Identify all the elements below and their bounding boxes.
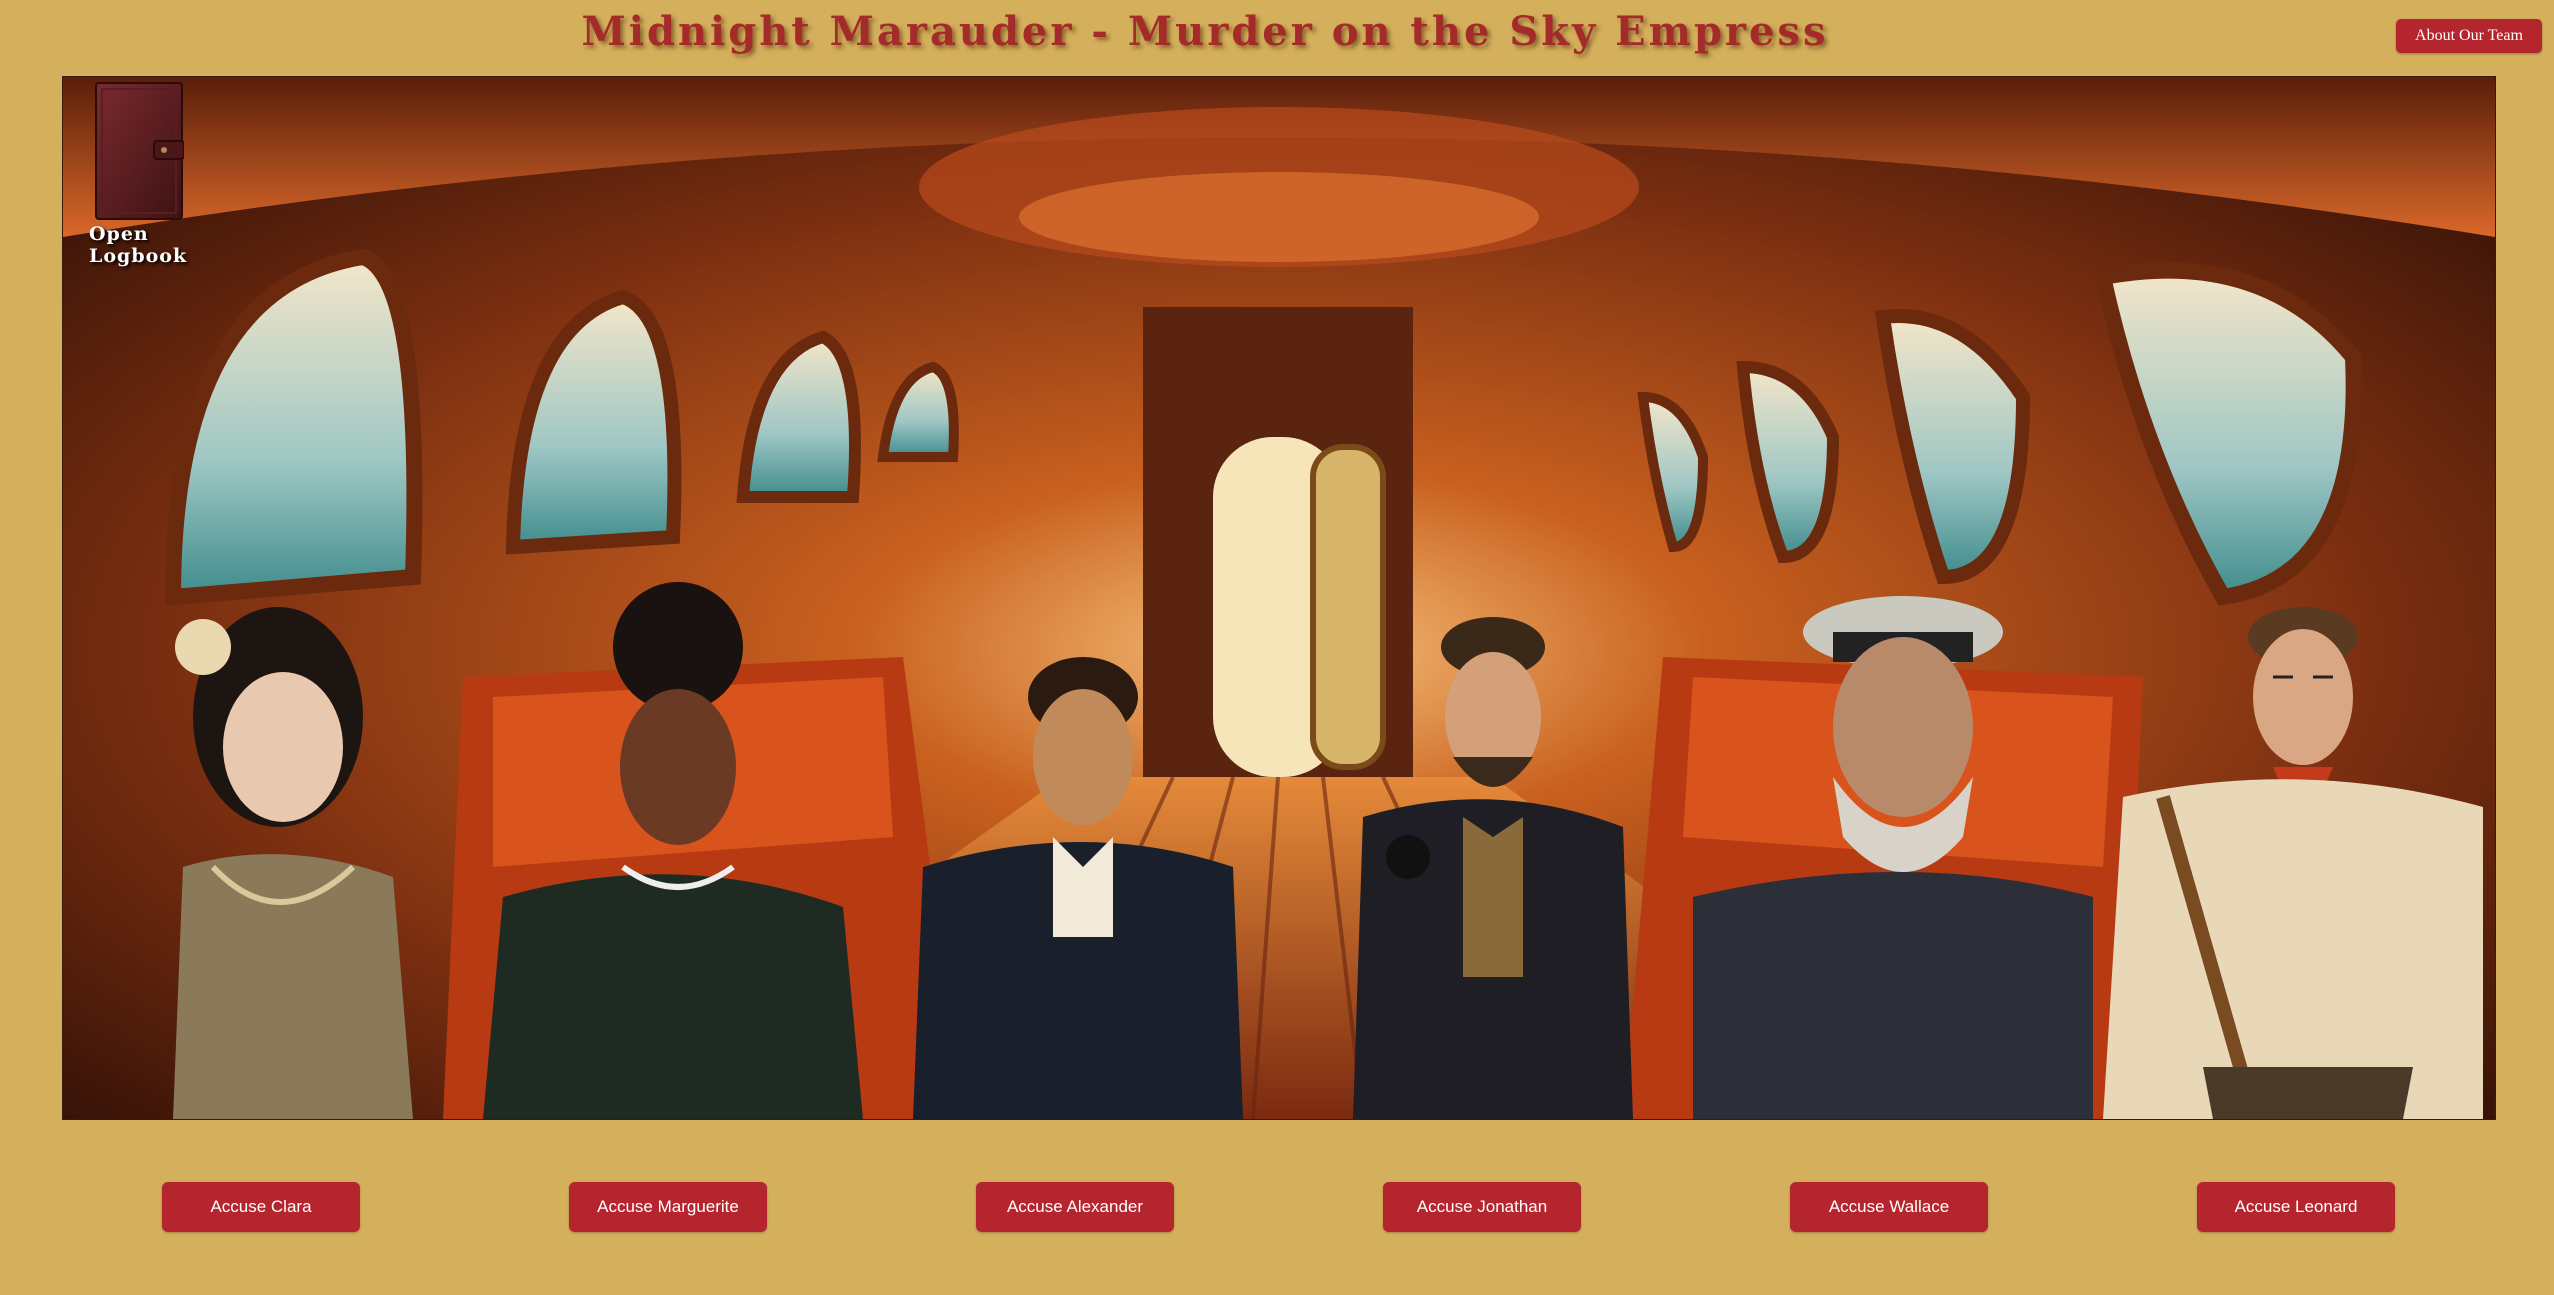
accuse-clara-button[interactable]: Accuse Clara — [162, 1182, 360, 1232]
accuse-alexander-button[interactable]: Accuse Alexander — [976, 1182, 1174, 1232]
accuse-leonard-button[interactable]: Accuse Leonard — [2197, 1182, 2395, 1232]
accuse-marguerite-button[interactable]: Accuse Marguerite — [569, 1182, 767, 1232]
accuse-wallace-button[interactable]: Accuse Wallace — [1790, 1182, 1988, 1232]
leather-book-icon — [95, 82, 184, 220]
game-title: Midnight Marauder - Murder on the Sky Em… — [581, 8, 1829, 55]
scene-illustration — [63, 77, 2495, 1119]
accuse-button-row: Accuse Clara Accuse Marguerite Accuse Al… — [0, 1182, 2554, 1232]
logbook-label: Open Logbook — [89, 223, 188, 267]
open-logbook-button[interactable]: Open Logbook — [89, 81, 229, 267]
about-team-button[interactable]: About Our Team — [2396, 19, 2542, 53]
train-car-scene: Open Logbook — [62, 76, 2496, 1120]
accuse-jonathan-button[interactable]: Accuse Jonathan — [1383, 1182, 1581, 1232]
